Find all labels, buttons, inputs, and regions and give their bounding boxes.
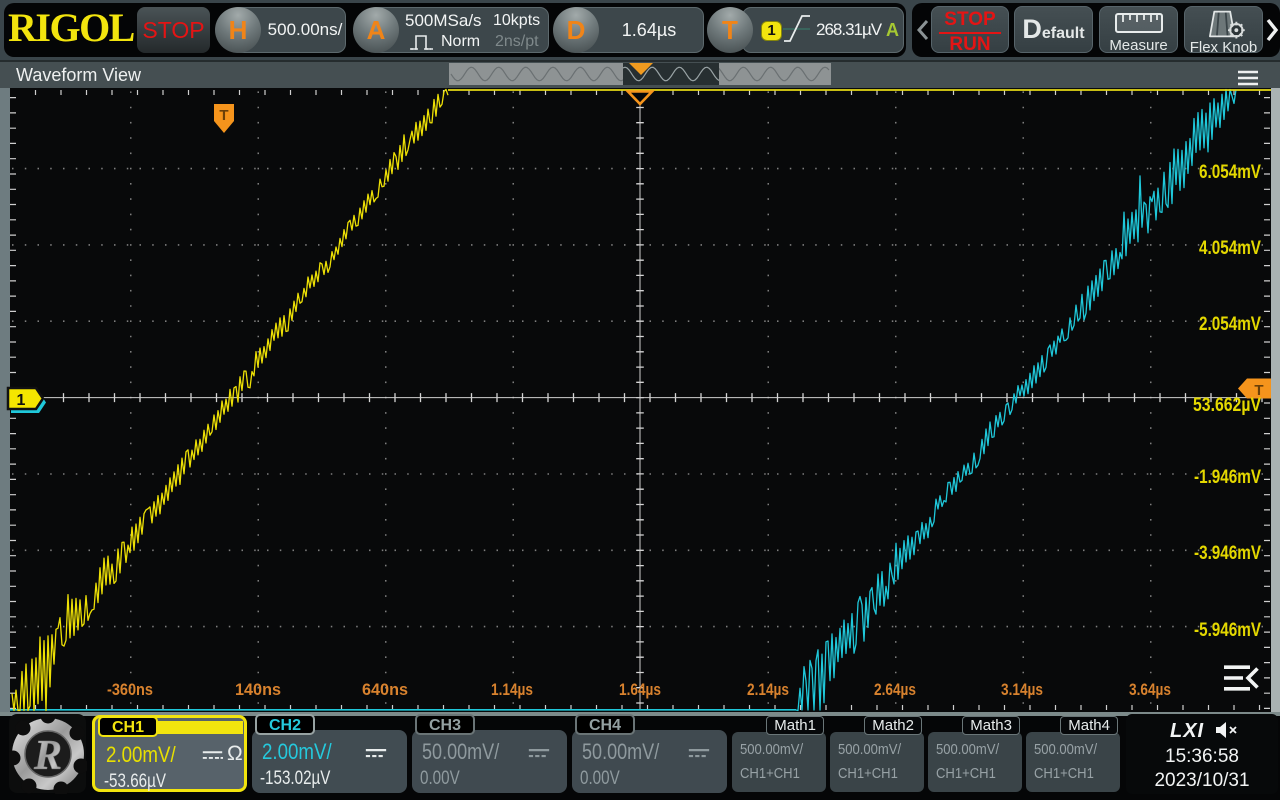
svg-text:1.64µs: 1.64µs (619, 680, 661, 699)
svg-text:2.64µs: 2.64µs (874, 680, 916, 699)
svg-text:6.054mV: 6.054mV (1199, 162, 1261, 183)
svg-text:140ns: 140ns (235, 680, 281, 699)
svg-text:640ns: 640ns (362, 680, 408, 699)
svg-text:1.14µs: 1.14µs (491, 680, 533, 699)
svg-text:R: R (33, 733, 62, 779)
svg-text:4.054mV: 4.054mV (1199, 238, 1261, 259)
svg-text:1: 1 (17, 392, 26, 409)
svg-text:-5.946mV: -5.946mV (1194, 620, 1261, 641)
svg-text:2.14µs: 2.14µs (747, 680, 789, 699)
svg-text:T: T (219, 107, 228, 124)
svg-text:3.64µs: 3.64µs (1129, 680, 1171, 699)
svg-text:-360ns: -360ns (107, 680, 153, 699)
svg-text:-3.946mV: -3.946mV (1194, 543, 1261, 564)
svg-text:2.054mV: 2.054mV (1199, 314, 1261, 335)
svg-text:3.14µs: 3.14µs (1001, 680, 1043, 699)
svg-text:53.662µV: 53.662µV (1193, 395, 1261, 416)
svg-text:-1.946mV: -1.946mV (1194, 467, 1261, 488)
